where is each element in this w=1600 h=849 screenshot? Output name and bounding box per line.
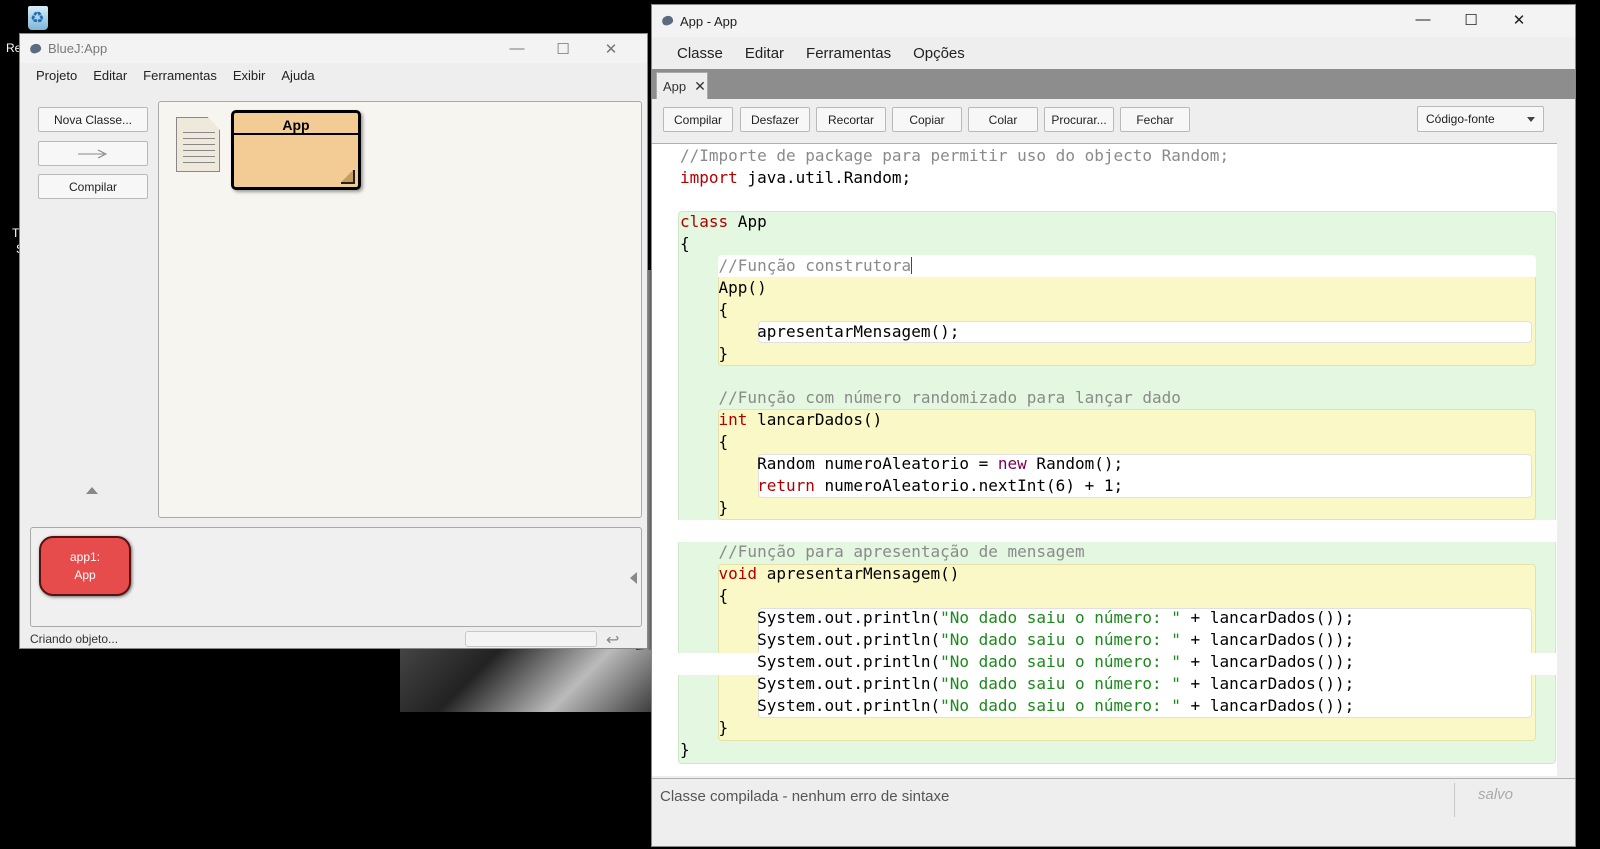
editor-window: App - App — ☐ ✕ Classe Editar Ferramenta… — [651, 4, 1576, 847]
resize-handle-icon[interactable] — [341, 170, 355, 184]
code-line: System.out.println("No dado saiu o númer… — [680, 674, 1355, 693]
close-button[interactable]: Fechar — [1120, 107, 1190, 132]
code-line: void apresentarMensagem() — [718, 564, 960, 583]
readme-document-icon[interactable] — [176, 117, 220, 172]
arrow-icon — [78, 149, 108, 158]
close-icon[interactable]: ✕ — [1496, 5, 1542, 34]
progress-bar — [465, 631, 597, 647]
new-class-button[interactable]: Nova Classe... — [38, 107, 148, 132]
blank-line — [678, 520, 1556, 542]
code-line: } — [680, 344, 729, 363]
compile-button[interactable]: Compilar — [38, 174, 148, 199]
window-title: App - App — [680, 13, 738, 29]
bluej-window: BlueJ:App — ☐ ✕ Projeto Editar Ferrament… — [19, 33, 648, 649]
code-line: } — [680, 498, 729, 517]
menu-ferramentas[interactable]: Ferramentas — [135, 68, 225, 83]
paste-button[interactable]: Colar — [968, 107, 1038, 132]
editor-statusbar: Classe compilada - nenhum erro de sintax… — [652, 778, 1575, 818]
window-title: BlueJ:App — [48, 41, 108, 56]
editor-toolbar: Compilar Desfazer Recortar Copiar Colar … — [652, 99, 1575, 143]
triangle-left-icon[interactable] — [630, 572, 637, 584]
code-line: } — [680, 718, 729, 737]
menu-exibir[interactable]: Exibir — [225, 68, 274, 83]
menu-projeto[interactable]: Projeto — [28, 68, 85, 83]
code-line: { — [680, 300, 729, 319]
object-bench: app1: App — [30, 527, 642, 627]
tab-label: App — [663, 78, 687, 94]
code-line: System.out.println("No dado saiu o númer… — [680, 630, 1355, 649]
maximize-icon[interactable]: ☐ — [1448, 5, 1494, 34]
divider — [1454, 783, 1455, 817]
class-name: App — [234, 113, 358, 135]
code-line: class App — [680, 212, 767, 231]
code-line: return numeroAleatorio.nextInt(6) + 1; — [757, 476, 1124, 495]
copy-button[interactable]: Copiar — [892, 107, 962, 132]
reset-machine-icon[interactable]: ↩ — [606, 630, 624, 649]
bluej-bird-icon — [28, 42, 44, 56]
view-select-value: Código-fonte — [1426, 112, 1495, 126]
menu-classe[interactable]: Classe — [666, 45, 734, 62]
window-titlebar: BlueJ:App — ☐ ✕ — [20, 34, 647, 63]
code-line: App() — [680, 278, 767, 297]
menu-editar[interactable]: Editar — [85, 68, 135, 83]
code-line: { — [680, 432, 729, 451]
undo-button[interactable]: Desfazer — [740, 107, 810, 132]
minimize-icon[interactable]: — — [1400, 5, 1446, 34]
maximize-icon[interactable]: ☐ — [540, 34, 586, 63]
bluej-bird-icon — [660, 14, 676, 28]
tab-app[interactable]: App ✕ — [656, 72, 708, 99]
code-editor[interactable]: //Importe de package para permitir uso d… — [652, 143, 1557, 776]
tab-strip: App ✕ — [652, 69, 1575, 99]
compile-button[interactable]: Compilar — [663, 107, 733, 132]
code-line: int lancarDados() — [718, 410, 883, 429]
object-name: app1: — [69, 550, 101, 564]
new-arrow-button[interactable] — [38, 141, 148, 166]
code-line: { — [680, 234, 690, 253]
menu-editar[interactable]: Editar — [734, 45, 795, 62]
cut-button[interactable]: Recortar — [816, 107, 886, 132]
status-text: Criando objeto... — [30, 632, 119, 646]
code-line: import java.util.Random; — [680, 168, 912, 187]
menu-ajuda[interactable]: Ajuda — [273, 68, 322, 83]
object-instance[interactable]: app1: App — [39, 536, 131, 596]
triangle-up-icon[interactable] — [86, 487, 98, 494]
saved-indicator: salvo — [1478, 786, 1514, 803]
close-icon[interactable]: ✕ — [588, 34, 634, 63]
menu-bar: Classe Editar Ferramentas Opções — [652, 37, 1575, 69]
class-diagram-canvas[interactable]: App — [158, 101, 642, 518]
class-app[interactable]: App — [231, 110, 361, 190]
text-cursor — [911, 257, 913, 274]
code-line: { — [680, 586, 729, 605]
view-select[interactable]: Código-fonte — [1417, 106, 1544, 132]
minimize-icon[interactable]: — — [494, 34, 540, 63]
recycle-bin-icon[interactable] — [26, 6, 50, 32]
menu-bar: Projeto Editar Ferramentas Exibir Ajuda — [20, 63, 647, 88]
code-line: } — [680, 740, 690, 759]
window-titlebar: App - App — ☐ ✕ — [652, 5, 1575, 37]
code-line: System.out.println("No dado saiu o númer… — [680, 696, 1355, 715]
code-line: System.out.println("No dado saiu o númer… — [680, 652, 1355, 671]
code-line: //Função para apresentação de mensagem — [680, 542, 1085, 561]
code-line: //Importe de package para permitir uso d… — [680, 146, 1230, 165]
find-button[interactable]: Procurar... — [1044, 107, 1114, 132]
code-line: System.out.println("No dado saiu o númer… — [680, 608, 1355, 627]
chevron-down-icon — [1527, 117, 1535, 122]
code-line: apresentarMensagem(); — [680, 322, 960, 341]
menu-ferramentas[interactable]: Ferramentas — [795, 45, 902, 62]
code-line: //Função construtora — [680, 256, 913, 275]
menu-opcoes[interactable]: Opções — [902, 45, 976, 62]
status-message: Classe compilada - nenhum erro de sintax… — [660, 788, 950, 805]
code-line: Random numeroAleatorio = new Random(); — [680, 454, 1124, 473]
close-icon[interactable]: ✕ — [694, 78, 706, 95]
object-type: App — [74, 568, 96, 582]
code-line: //Função com número randomizado para lan… — [680, 388, 1181, 407]
